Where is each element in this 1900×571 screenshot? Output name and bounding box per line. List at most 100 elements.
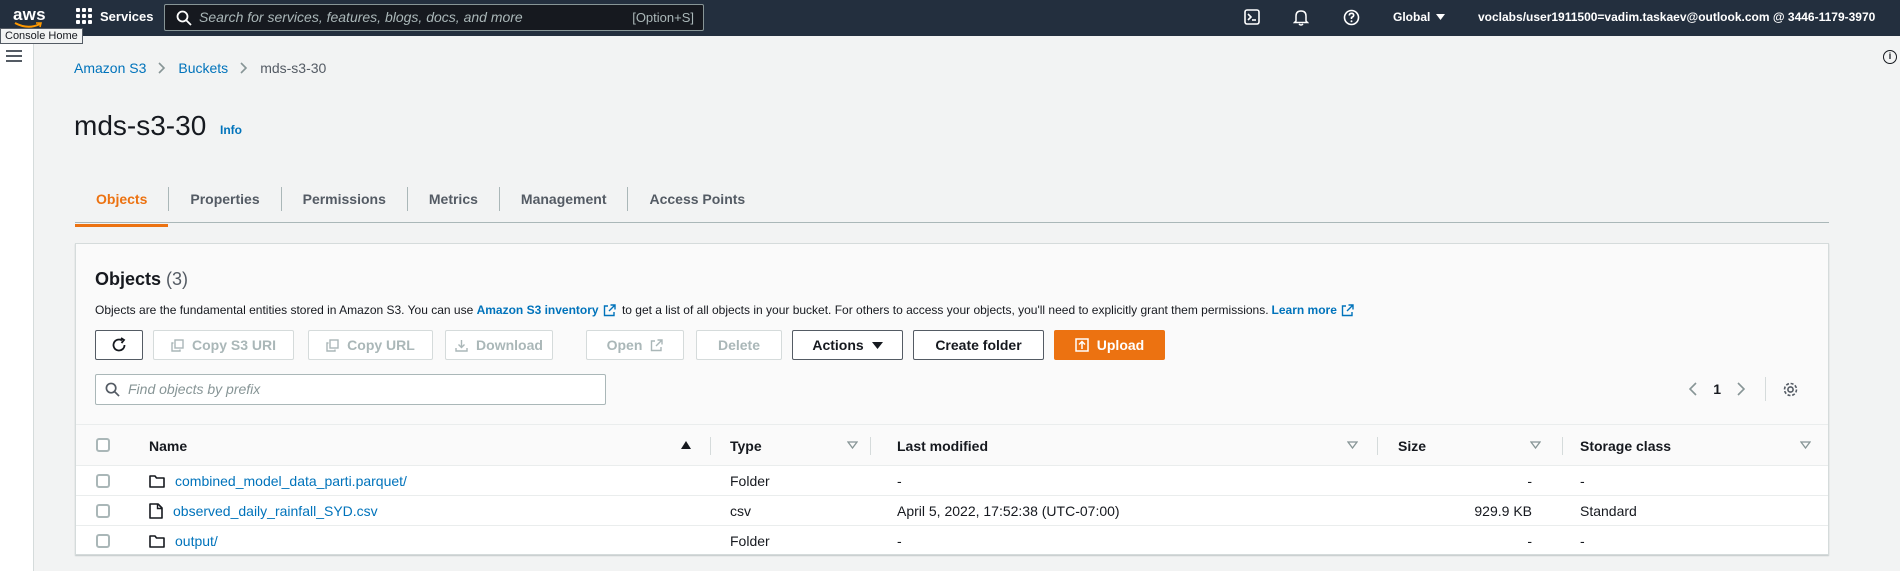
upload-button[interactable]: Upload [1054, 330, 1165, 360]
sort-ascending-icon[interactable] [681, 441, 691, 449]
help-icon[interactable] [1341, 7, 1361, 27]
table-row[interactable]: output/ Folder - - - [76, 526, 1828, 556]
info-panel-icon[interactable]: i [1883, 50, 1897, 64]
row-checkbox[interactable] [96, 474, 110, 488]
open-button[interactable]: Open [586, 330, 684, 360]
sort-icon[interactable] [847, 441, 858, 449]
hamburger-menu-icon[interactable] [6, 50, 22, 65]
tab-permissions[interactable]: Permissions [280, 187, 407, 211]
copy-s3-uri-label: Copy S3 URI [191, 337, 276, 353]
copy-icon [171, 338, 184, 352]
object-size: - [1527, 473, 1532, 489]
actions-dropdown[interactable]: Actions [792, 330, 903, 360]
objects-title: Objects (3) [95, 269, 188, 290]
object-size: 929.9 KB [1474, 503, 1532, 519]
caret-down-icon [871, 341, 883, 349]
object-storage-class: Standard [1580, 503, 1637, 519]
grid-menu-icon [76, 8, 92, 24]
settings-gear-icon[interactable] [1780, 377, 1800, 401]
description-text-2: to get a list of all objects in your buc… [618, 303, 1269, 317]
column-size[interactable]: Size [1398, 425, 1426, 467]
tab-metrics[interactable]: Metrics [406, 187, 499, 211]
bucket-tabs: Objects Properties Permissions Metrics M… [75, 176, 1829, 227]
find-objects-filter[interactable] [95, 374, 606, 405]
breadcrumb-amazon-s3[interactable]: Amazon S3 [74, 60, 146, 76]
create-folder-button[interactable]: Create folder [913, 330, 1044, 360]
object-type: Folder [730, 533, 770, 549]
row-checkbox[interactable] [96, 534, 110, 548]
upload-icon [1075, 338, 1089, 352]
object-name: output/ [175, 533, 218, 549]
find-objects-input[interactable] [128, 381, 588, 397]
learn-more-link[interactable]: Learn more [1272, 303, 1337, 317]
file-icon [149, 503, 163, 519]
table-row[interactable]: combined_model_data_parti.parquet/ Folde… [76, 466, 1828, 496]
object-name-link[interactable]: output/ [149, 526, 218, 556]
column-last-modified[interactable]: Last modified [897, 425, 988, 467]
object-last-modified: April 5, 2022, 17:52:38 (UTC-07:00) [897, 503, 1120, 519]
copy-s3-uri-button[interactable]: Copy S3 URI [153, 330, 294, 360]
tab-access-points[interactable]: Access Points [627, 187, 766, 211]
s3-inventory-link-text: Amazon S3 inventory [476, 303, 599, 317]
tab-properties[interactable]: Properties [168, 187, 280, 211]
info-link[interactable]: Info [220, 123, 242, 137]
refresh-icon [112, 337, 126, 352]
objects-table-header: Name Type Last modified Size Storage cla… [76, 424, 1828, 466]
object-storage-class: - [1580, 533, 1585, 549]
external-link-icon [651, 338, 664, 351]
download-icon [455, 339, 468, 352]
sort-icon[interactable] [1530, 441, 1541, 449]
object-name: combined_model_data_parti.parquet/ [175, 473, 407, 489]
copy-url-button[interactable]: Copy URL [308, 330, 433, 360]
column-divider [870, 437, 871, 455]
object-name: observed_daily_rainfall_SYD.csv [173, 503, 378, 519]
sort-icon[interactable] [1347, 441, 1358, 449]
object-name-link[interactable]: combined_model_data_parti.parquet/ [149, 466, 407, 496]
copy-url-label: Copy URL [347, 337, 415, 353]
download-button[interactable]: Download [445, 330, 553, 360]
tab-management[interactable]: Management [498, 187, 628, 211]
services-label: Services [100, 8, 154, 24]
region-label: Global [1393, 10, 1431, 24]
search-icon [176, 10, 192, 26]
previous-page-icon[interactable] [1683, 377, 1703, 401]
help-panel-rail: i [1878, 36, 1900, 571]
aws-logo[interactable]: aws [12, 3, 46, 31]
caret-down-icon [1436, 14, 1446, 20]
services-menu[interactable]: Services [76, 8, 154, 24]
breadcrumb: Amazon S3 Buckets mds-s3-30 [74, 60, 326, 76]
next-page-icon[interactable] [1731, 377, 1751, 401]
objects-panel-header: Objects (3) Objects are the fundamental … [76, 244, 1828, 424]
column-type[interactable]: Type [730, 425, 762, 467]
table-row[interactable]: observed_daily_rainfall_SYD.csv csv Apri… [76, 496, 1828, 526]
tab-objects[interactable]: Objects [75, 187, 169, 227]
learn-more-text: Learn more [1271, 303, 1337, 317]
cloudshell-icon[interactable] [1242, 7, 1262, 27]
delete-button[interactable]: Delete [696, 330, 782, 360]
current-page-number[interactable]: 1 [1713, 381, 1721, 397]
column-storage-class[interactable]: Storage class [1580, 425, 1671, 467]
chevron-right-icon [158, 62, 166, 74]
object-name-link[interactable]: observed_daily_rainfall_SYD.csv [149, 496, 378, 526]
actions-label: Actions [812, 337, 864, 353]
region-selector[interactable]: Global [1393, 10, 1446, 24]
column-divider [710, 437, 711, 455]
object-type: Folder [730, 473, 770, 489]
global-search-input[interactable] [199, 9, 599, 25]
notifications-bell-icon[interactable] [1291, 7, 1311, 27]
select-all-checkbox[interactable] [96, 438, 110, 452]
sort-icon[interactable] [1800, 441, 1811, 449]
s3-inventory-link[interactable]: Amazon S3 inventory [477, 303, 599, 317]
objects-count: (3) [166, 269, 189, 289]
column-name[interactable]: Name [149, 425, 187, 467]
row-checkbox[interactable] [96, 504, 110, 518]
refresh-button[interactable] [95, 330, 143, 360]
external-link-icon [603, 303, 616, 316]
delete-label: Delete [717, 337, 761, 353]
download-label: Download [476, 337, 543, 353]
breadcrumb-buckets[interactable]: Buckets [178, 60, 228, 76]
account-menu[interactable]: voclabs/user1911500=vadim.taskaev@outloo… [1478, 10, 1875, 24]
object-last-modified: - [897, 473, 902, 489]
open-label: Open [606, 337, 643, 353]
global-search[interactable]: [Option+S] [164, 4, 704, 31]
